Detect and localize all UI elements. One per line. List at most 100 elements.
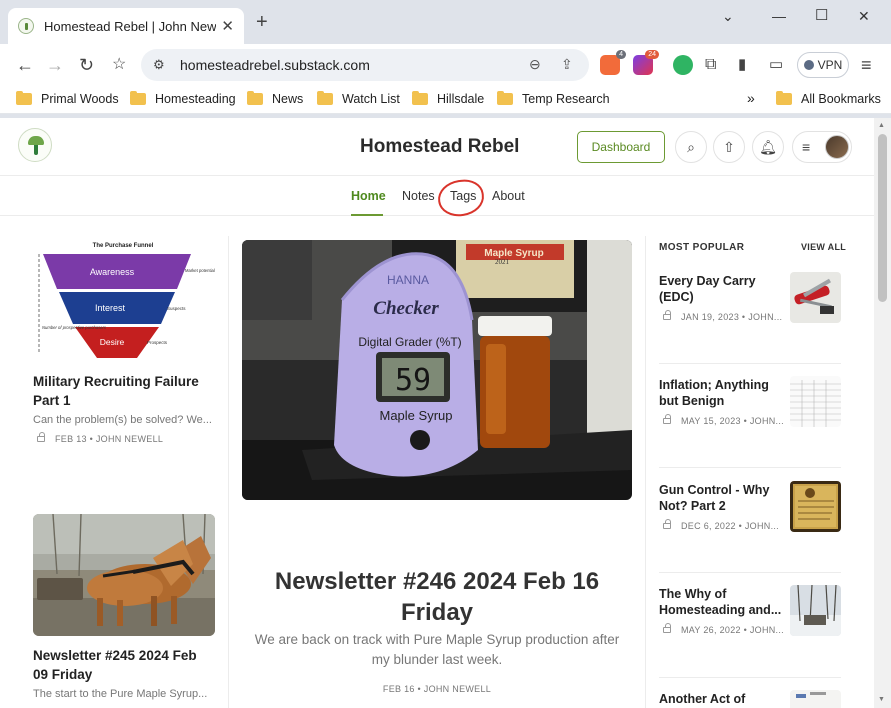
tab-search-chevron-icon[interactable]: ⌄ — [722, 8, 734, 25]
sidebar-icon[interactable]: ▮ — [738, 55, 746, 75]
lock-icon — [663, 519, 671, 529]
view-all-link[interactable]: VIEW ALL — [801, 242, 846, 252]
popular-post-thumbnail[interactable] — [790, 585, 841, 636]
device-reading: 59 — [395, 363, 431, 398]
funnel-side-label: Prospects — [147, 340, 168, 345]
post-title[interactable]: Newsletter #245 2024 Feb 09 Friday — [33, 646, 213, 684]
browser-tab[interactable]: Homestead Rebel | John Newell ✕ — [8, 8, 244, 44]
site-favicon-icon — [18, 18, 34, 34]
address-bar[interactable]: ⚙ homesteadrebel.substack.com ⊖ ⇪ — [141, 49, 589, 81]
purchase-funnel-image[interactable]: The Purchase Funnel Awareness Interest D… — [33, 240, 215, 362]
dashboard-button[interactable]: Dashboard — [577, 131, 665, 163]
column-divider — [645, 236, 646, 708]
nav-notes[interactable]: Notes — [402, 189, 435, 203]
forward-arrow-icon[interactable]: → — [46, 55, 64, 75]
popular-post-title[interactable]: Every Day Carry (EDC) — [659, 273, 783, 305]
device-brand: HANNA — [387, 273, 429, 287]
draft-horses-image[interactable] — [33, 514, 215, 636]
popular-post-title[interactable]: The Why of Homesteading and... — [659, 586, 783, 618]
hero-post-title[interactable]: Newsletter #246 2024 Feb 16 Friday — [242, 566, 632, 628]
minimize-icon[interactable]: — — [772, 8, 786, 24]
device-model: Digital Grader (%T) — [358, 335, 461, 349]
bookmarks-bar: Primal Woods Homesteading News Watch Lis… — [0, 86, 891, 114]
tab-title: Homestead Rebel | John Newell — [44, 18, 216, 34]
lock-icon — [663, 623, 671, 633]
vpn-status-icon — [803, 60, 814, 70]
search-icon[interactable]: ⌕ — [675, 131, 707, 163]
bookmark-folder-news[interactable]: News — [247, 91, 303, 106]
tab-close-icon[interactable]: ✕ — [221, 17, 234, 35]
evernote-extension-icon[interactable] — [673, 55, 693, 75]
page-scrollbar[interactable]: ▲ ▼ — [874, 118, 891, 708]
popular-post-thumbnail[interactable] — [790, 376, 841, 427]
site-nav: Home Notes Tags About — [0, 176, 874, 216]
bookmark-folder-primal-woods[interactable]: Primal Woods — [16, 91, 119, 106]
reload-icon[interactable]: ↻ — [79, 55, 94, 75]
scroll-up-arrow-icon[interactable]: ▲ — [878, 122, 885, 129]
back-arrow-icon[interactable]: ← — [16, 55, 34, 75]
bookmarks-overflow-button[interactable]: » — [747, 90, 755, 106]
funnel-level-awareness: Awareness — [90, 267, 135, 277]
post-meta: FEB 13 • JOHN NEWELL — [37, 432, 163, 444]
share-icon[interactable]: ⇧ — [713, 131, 745, 163]
site-logo-icon[interactable] — [18, 128, 52, 162]
browser-titlebar: Homestead Rebel | John Newell ✕ + ⌄ — ☐ … — [0, 0, 891, 44]
extensions-puzzle-icon[interactable]: ⧉ — [705, 55, 716, 75]
folder-icon — [497, 91, 513, 105]
lock-icon — [37, 432, 45, 442]
site-title[interactable]: Homestead Rebel — [360, 136, 519, 158]
hero-maple-syrup-image[interactable]: Maple Syrup 2021 HANNA Checker Digital G… — [242, 240, 632, 500]
nav-home[interactable]: Home — [351, 189, 386, 203]
maximize-icon[interactable]: ☐ — [815, 6, 828, 24]
popular-post-thumbnail[interactable] — [790, 690, 841, 708]
notifications-bell-icon[interactable]: 🔔︎ — [752, 131, 784, 163]
bookmark-page-icon[interactable]: ☆ — [112, 55, 126, 75]
bookmark-folder-watch-list[interactable]: Watch List — [317, 91, 400, 106]
popular-post-thumbnail[interactable] — [790, 272, 841, 323]
funnel-side-label: Market potential — [185, 268, 215, 273]
all-bookmarks-folder[interactable]: All Bookmarks — [776, 91, 881, 106]
popular-divider — [659, 363, 841, 364]
popular-divider — [659, 467, 841, 468]
funnel-level-interest: Interest — [95, 303, 126, 313]
bookmark-folder-hillsdale[interactable]: Hillsdale — [412, 91, 484, 106]
popular-post-meta: MAY 15, 2023 • JOHN... — [663, 414, 784, 426]
funnel-left-label: Number of prospective purchasers — [42, 325, 107, 330]
new-tab-button[interactable]: + — [256, 12, 268, 32]
active-nav-underline — [351, 214, 383, 216]
browser-menu-icon[interactable]: ≡ — [861, 55, 872, 75]
background-year-text: 2021 — [495, 258, 510, 266]
popular-post-meta: DEC 6, 2022 • JOHN... — [663, 519, 779, 531]
address-url: homesteadrebel.substack.com — [180, 57, 370, 73]
device-label: Maple Syrup — [380, 408, 453, 423]
popular-post-title[interactable]: Inflation; Anything but Benign — [659, 377, 783, 409]
browser-toolbar: ← → ↻ ☆ ⚙ homesteadrebel.substack.com ⊖ … — [0, 44, 891, 86]
post-title[interactable]: Military Recruiting Failure Part 1 — [33, 372, 213, 410]
funnel-side-label: Suspects — [167, 306, 186, 311]
brave-rewards-icon[interactable]: 24 — [633, 50, 659, 75]
hero-post-meta: FEB 16 • JOHN NEWELL — [382, 684, 492, 694]
brave-shields-icon[interactable]: 4 — [600, 50, 626, 75]
folder-icon — [412, 91, 428, 105]
vpn-button[interactable]: VPN — [797, 52, 849, 78]
column-divider — [228, 236, 229, 708]
popular-post-title[interactable]: Gun Control - Why Not? Part 2 — [659, 482, 783, 514]
avatar[interactable] — [825, 135, 849, 159]
popular-post-title[interactable]: Another Act of — [659, 691, 783, 707]
most-popular-heading: MOST POPULAR — [659, 242, 745, 253]
scroll-down-arrow-icon[interactable]: ▼ — [878, 696, 885, 703]
share-icon[interactable]: ⇪ — [561, 56, 573, 73]
folder-icon — [776, 91, 792, 105]
bookmark-folder-temp-research[interactable]: Temp Research — [497, 91, 610, 106]
nav-about[interactable]: About — [492, 189, 525, 203]
wallet-icon[interactable]: ▭ — [769, 55, 783, 75]
window-close-icon[interactable]: ✕ — [858, 8, 870, 25]
zoom-icon[interactable]: ⊖ — [529, 56, 541, 73]
folder-icon — [130, 91, 146, 105]
funnel-level-desire: Desire — [100, 337, 125, 347]
popular-post-thumbnail[interactable] — [790, 481, 841, 532]
bookmark-folder-homesteading[interactable]: Homesteading — [130, 91, 236, 106]
site-info-icon[interactable]: ⚙ — [153, 57, 165, 73]
scrollbar-thumb[interactable] — [878, 134, 887, 302]
folder-icon — [247, 91, 263, 105]
